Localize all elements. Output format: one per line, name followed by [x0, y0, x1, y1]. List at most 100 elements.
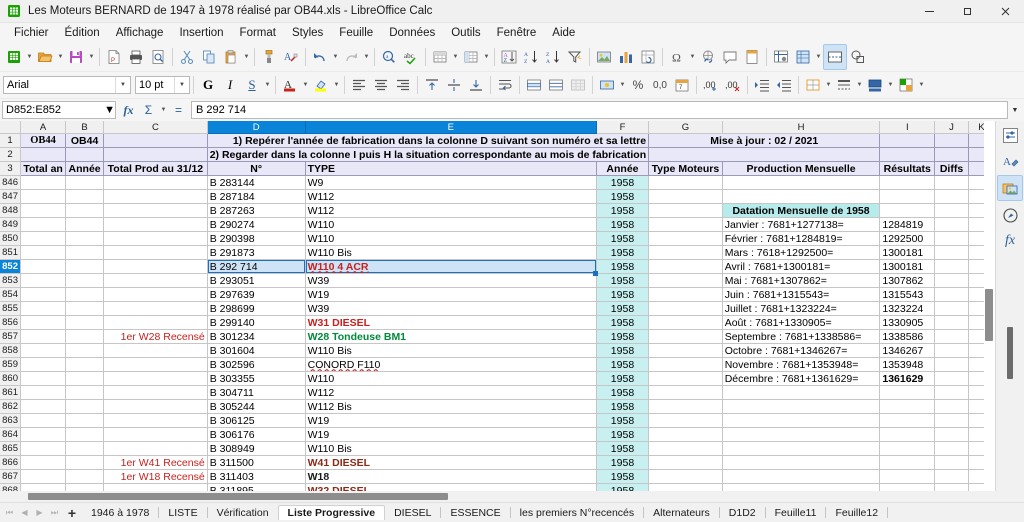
sidebar-gallery-icon[interactable]	[997, 175, 1023, 201]
row-header-850[interactable]: 850	[0, 231, 22, 246]
header-cell-b[interactable]: Année	[65, 161, 105, 176]
cell-f866[interactable]: 1958	[595, 455, 650, 470]
cell-a849[interactable]	[20, 217, 67, 232]
paste-dropdown-icon[interactable]: ▼	[242, 45, 251, 69]
cell-c867[interactable]: 1er W18 Recensé	[103, 469, 208, 484]
cell-a850[interactable]	[20, 231, 67, 246]
cell-b847[interactable]	[65, 189, 105, 204]
cell-g858[interactable]	[648, 343, 723, 358]
define-print-area-icon[interactable]	[792, 45, 814, 69]
cell-b859[interactable]	[65, 357, 105, 372]
table-row[interactable]: 863 B 306125 W19 1958	[0, 413, 995, 428]
align-left-icon[interactable]	[348, 73, 370, 97]
horizontal-scrollbar[interactable]	[0, 491, 1024, 502]
cell-b854[interactable]	[65, 287, 105, 302]
column-header-e[interactable]: E	[305, 121, 597, 134]
spelling-icon[interactable]: abc	[400, 45, 422, 69]
cell-h861[interactable]	[721, 385, 881, 400]
sidebar-styles-icon[interactable]: A	[998, 149, 1022, 173]
cell-d860[interactable]: B 303355	[206, 371, 306, 386]
cell-j853[interactable]	[934, 273, 969, 288]
minimize-button[interactable]	[910, 0, 948, 22]
cell-a868[interactable]	[20, 483, 67, 491]
cell-f850[interactable]: 1958	[595, 231, 650, 246]
row-header-865[interactable]: 865	[0, 441, 22, 456]
cell-a852[interactable]	[20, 259, 67, 274]
cell-c848[interactable]	[103, 203, 208, 218]
cell-a864[interactable]	[20, 427, 67, 442]
cell-a854[interactable]	[20, 287, 67, 302]
row-header-847[interactable]: 847	[0, 189, 22, 204]
sheet-tab-alternateurs[interactable]: Alternateurs	[644, 506, 719, 520]
cell-g868[interactable]	[648, 483, 723, 491]
cell-g849[interactable]	[648, 217, 723, 232]
column-header-g[interactable]: G	[648, 121, 723, 134]
cell-a2[interactable]	[20, 147, 67, 162]
cell-h864[interactable]	[721, 427, 881, 442]
align-right-icon[interactable]	[392, 73, 414, 97]
cell-c1[interactable]	[103, 133, 208, 148]
cell-d868[interactable]: B 311895	[206, 483, 306, 491]
table-row[interactable]: 846 B 283144 W9 1958	[0, 175, 995, 190]
table-row[interactable]: 849 B 290274 W110 1958 Janvier : 7681+127713…	[0, 217, 995, 232]
align-top-icon[interactable]	[421, 73, 443, 97]
cell-g846[interactable]	[648, 175, 723, 190]
cell-h852[interactable]: Avril : 7681+1300181=	[721, 259, 881, 274]
cell-c858[interactable]	[103, 343, 208, 358]
cell-b864[interactable]	[65, 427, 105, 442]
cell-a1[interactable]: OB44	[20, 133, 67, 148]
open-dropdown-icon[interactable]: ▼	[56, 45, 65, 69]
cell-d858[interactable]: B 301604	[206, 343, 306, 358]
row-header-3[interactable]: 3	[0, 161, 22, 176]
format-as-number-icon[interactable]: 0,0	[649, 73, 671, 97]
redo-dropdown-icon[interactable]: ▼	[362, 45, 371, 69]
cell-e861[interactable]: W112	[304, 385, 597, 400]
row-header-1[interactable]: 1	[0, 133, 22, 148]
column-dropdown-icon[interactable]: ▼	[482, 45, 491, 69]
cell-g865[interactable]	[648, 441, 723, 456]
format-as-currency-icon[interactable]	[596, 73, 618, 97]
cell-a853[interactable]	[20, 273, 67, 288]
sheet-tab-liste-progressive[interactable]: Liste Progressive	[277, 505, 386, 520]
cell-h853[interactable]: Mai : 7681+1307862=	[721, 273, 881, 288]
cell-d865[interactable]: B 308949	[206, 441, 306, 456]
row-header-867[interactable]: 867	[0, 469, 22, 484]
cell-f867[interactable]: 1958	[595, 469, 650, 484]
cell-b860[interactable]	[65, 371, 105, 386]
new-document-icon[interactable]	[3, 45, 25, 69]
cell-g860[interactable]	[648, 371, 723, 386]
table-row[interactable]: 848 B 287263 W112 1958 Datation Mensuelle de…	[0, 203, 995, 218]
cell-e849[interactable]: W110	[304, 217, 597, 232]
table-row[interactable]: 860 B 303355 W110 1958 Décembre : 7681+13616…	[0, 371, 995, 386]
select-all-corner[interactable]	[0, 121, 22, 134]
column-header-i[interactable]: I	[879, 121, 936, 134]
column-header-h[interactable]: H	[722, 121, 881, 134]
menu-feuille[interactable]: Feuille	[331, 25, 381, 41]
cell-c866[interactable]: 1er W41 Recensé	[103, 455, 208, 470]
cell-gh2[interactable]	[648, 147, 881, 162]
row-header-858[interactable]: 858	[0, 343, 22, 358]
cell-e856[interactable]: W31 DIESEL	[304, 315, 597, 330]
cell-c865[interactable]	[103, 441, 208, 456]
sheet-tab-essence[interactable]: ESSENCE	[441, 506, 509, 520]
cell-j2[interactable]	[934, 147, 969, 162]
cell-h847[interactable]	[721, 189, 881, 204]
cell-e867[interactable]: W18	[304, 469, 597, 484]
wrap-text-icon[interactable]	[494, 73, 516, 97]
cell-i862[interactable]	[879, 399, 936, 414]
formula-input[interactable]: B 292 714	[191, 101, 1008, 119]
save-icon[interactable]	[65, 45, 87, 69]
header-cell-h[interactable]: Production Mensuelle	[721, 161, 881, 176]
sheet-tab-feuille11[interactable]: Feuille11	[766, 506, 826, 520]
cell-i856[interactable]: 1330905	[879, 315, 936, 330]
table-row[interactable]: 864 B 306176 W19 1958	[0, 427, 995, 442]
cell-j1[interactable]	[934, 133, 969, 148]
cell-d850[interactable]: B 290398	[206, 231, 306, 246]
header-cell-g[interactable]: Type Moteurs	[648, 161, 723, 176]
cell-g861[interactable]	[648, 385, 723, 400]
row-header-861[interactable]: 861	[0, 385, 22, 400]
cell-c849[interactable]	[103, 217, 208, 232]
cell-f858[interactable]: 1958	[595, 343, 650, 358]
header-cell-f[interactable]: Année	[595, 161, 650, 176]
cell-f855[interactable]: 1958	[595, 301, 650, 316]
